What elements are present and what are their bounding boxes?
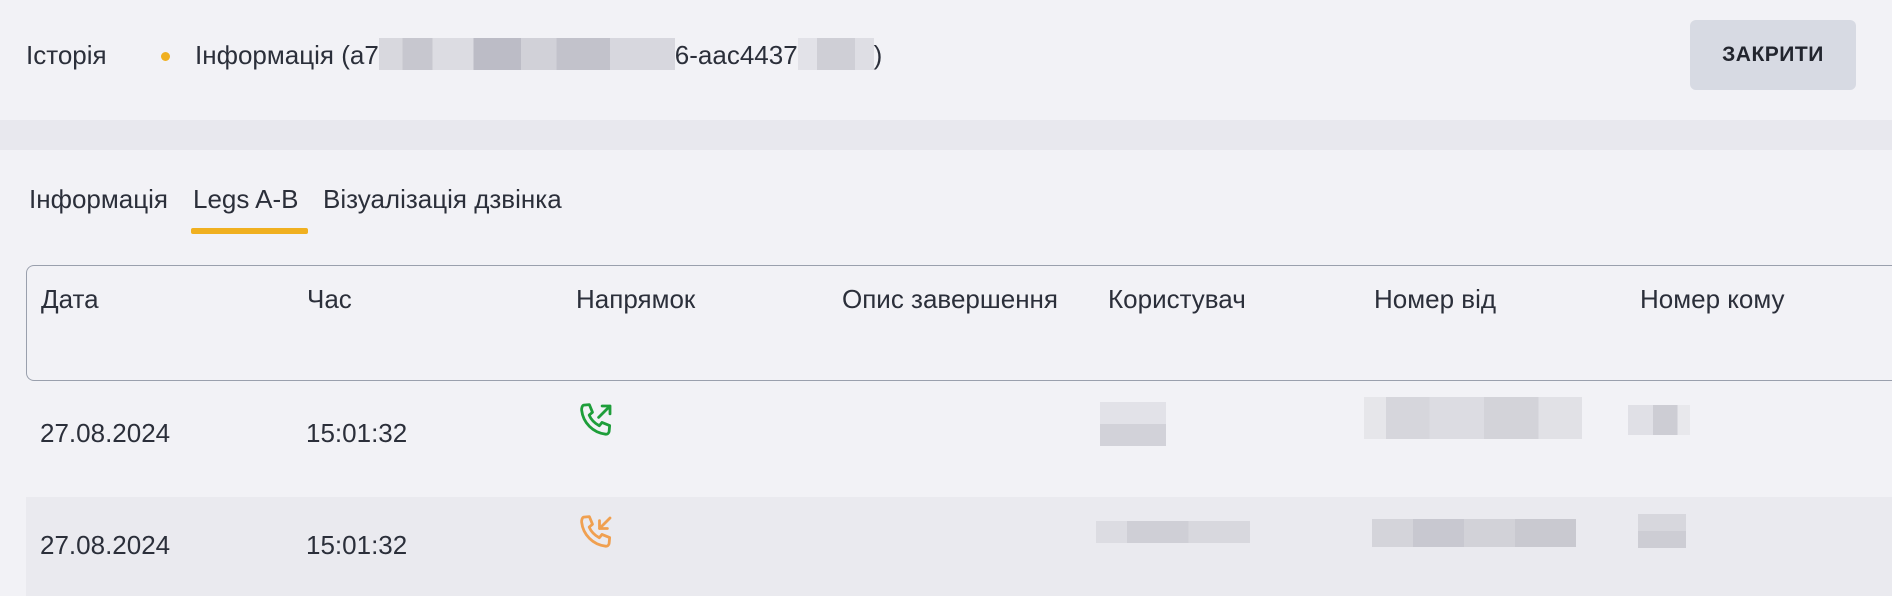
active-tab-indicator [191,228,308,234]
cell-time: 15:01:32 [306,418,408,448]
redacted-number-to [1638,514,1686,548]
redacted-id-part [378,38,675,71]
redacted-user [1100,402,1166,446]
redacted-id-part [797,38,874,71]
header-bar: Історія Інформація (a7 6-aac4437) ЗАКРИТИ [0,0,1886,120]
redacted-number-from [1364,397,1582,439]
table-row[interactable]: 27.08.2024 15:01:32 [26,497,1892,596]
close-button[interactable]: ЗАКРИТИ [1690,20,1856,90]
cell-date: 27.08.2024 [40,530,171,560]
column-header-time[interactable]: Час [307,284,352,315]
column-header-direction[interactable]: Напрямок [576,284,695,315]
cell-date: 27.08.2024 [40,418,171,448]
incoming-call-icon [580,515,612,548]
tab-bar: Інформація Legs A-B Візуалізація дзвінка [0,150,1892,240]
column-header-number-from[interactable]: Номер від [1374,284,1496,315]
table-header: Дата Час Напрямок Опис завершення Корист… [26,265,1892,381]
tab-call-visualization[interactable]: Візуалізація дзвінка [323,184,562,215]
breadcrumb-root[interactable]: Історія [26,40,107,71]
outgoing-call-icon [580,403,612,436]
redacted-number-to [1628,405,1690,435]
redacted-number-from [1372,519,1576,547]
cell-time: 15:01:32 [306,530,408,560]
tab-information[interactable]: Інформація [29,184,168,215]
table-row[interactable]: 27.08.2024 15:01:32 [26,385,1892,485]
column-header-end-description[interactable]: Опис завершення [842,284,1058,315]
breadcrumb-separator-dot [161,52,170,61]
column-header-date[interactable]: Дата [41,284,99,315]
column-header-number-to[interactable]: Номер кому [1640,284,1785,315]
breadcrumb-current: Інформація (a7 6-aac4437) [195,38,883,71]
redacted-user [1096,521,1250,543]
tab-legs-a-b[interactable]: Legs A-B [193,184,299,215]
section-divider [0,120,1892,150]
column-header-user[interactable]: Користувач [1108,284,1246,315]
